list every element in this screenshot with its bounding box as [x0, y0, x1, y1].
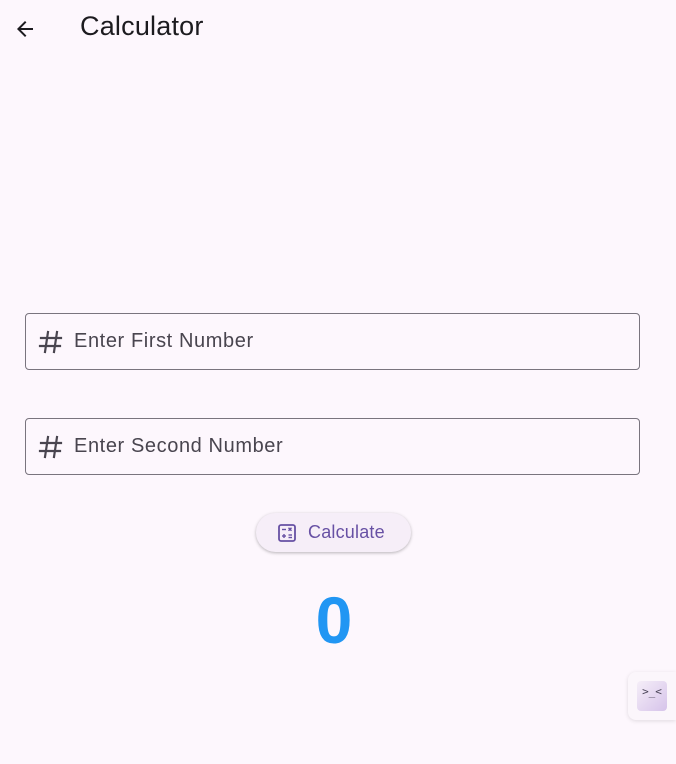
calculator-screen: Calculator Enter First Number Enter Seco… [0, 0, 676, 764]
back-button[interactable] [6, 10, 44, 48]
first-number-input[interactable] [74, 314, 629, 369]
hash-icon [38, 435, 63, 459]
debug-face-icon: >_< [637, 681, 667, 711]
second-number-input[interactable] [74, 419, 629, 474]
hash-icon [38, 330, 63, 354]
debug-button[interactable]: >_< [628, 672, 676, 720]
calculate-button[interactable]: Calculate [256, 513, 411, 552]
second-number-field[interactable] [25, 418, 640, 475]
app-bar: Calculator [0, 0, 676, 56]
calculate-icon [278, 524, 296, 542]
arrow-back-icon [17, 21, 33, 37]
result-value: 0 [315, 583, 353, 657]
calculate-button-label: Calculate [308, 522, 385, 542]
page-title: Calculator [80, 11, 204, 41]
first-number-field[interactable] [25, 313, 640, 370]
